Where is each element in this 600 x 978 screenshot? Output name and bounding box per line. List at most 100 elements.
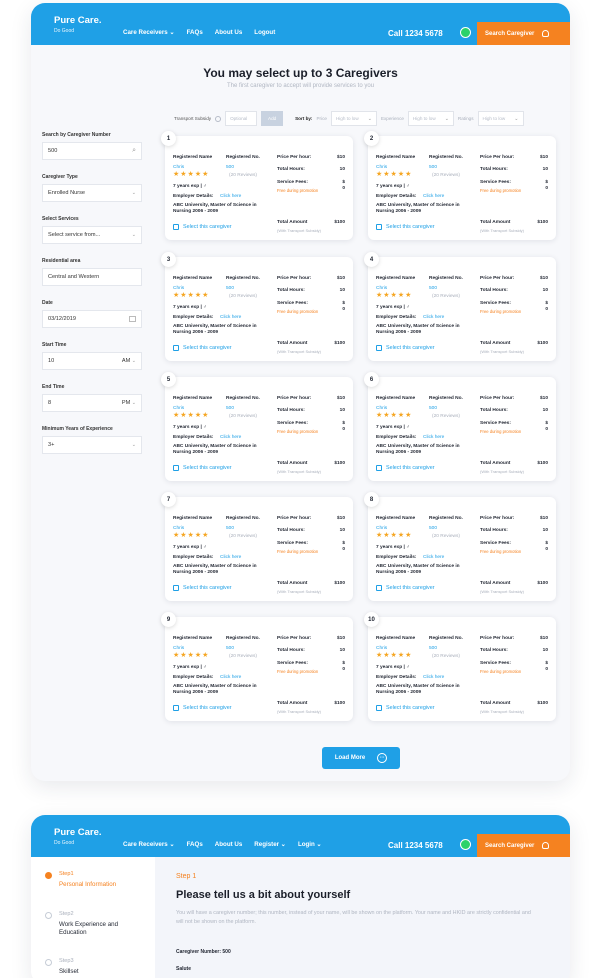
caregiver-card: 7 Registered Name Registered No. Chris 5… — [161, 492, 353, 601]
total-hours-label: Total Hours: — [277, 648, 305, 653]
select-caregiver-link[interactable]: Select this caregiver — [386, 224, 435, 230]
employer-link[interactable]: Click here — [423, 315, 444, 320]
service-fees-label: Service Fees: — [277, 301, 308, 306]
review-count: (20 Reviews) — [432, 173, 460, 178]
rating-stars-icon: ★★★★★ — [173, 532, 210, 539]
caregiver-number-field[interactable]: 500 ⌕ — [42, 142, 142, 160]
total-amount-label: Total Amount — [480, 581, 511, 586]
call-number[interactable]: Call 1234 5678 — [388, 841, 443, 850]
service-fees-label: Service Fees: — [277, 180, 308, 185]
select-caregiver-link[interactable]: Select this caregiver — [183, 345, 232, 351]
total-hours-value: 10 — [542, 408, 548, 413]
employer-link[interactable]: Click here — [220, 315, 241, 320]
nav-care-receivers[interactable]: Care Receivers ⌄ — [123, 841, 175, 848]
search-caregiver-button[interactable]: Search Caregiver — [477, 22, 570, 45]
experience-select[interactable]: 3+ ⌄ — [42, 436, 142, 454]
select-caregiver-link[interactable]: Select this caregiver — [386, 465, 435, 471]
start-time-select[interactable]: 10 AM ⌄ — [42, 352, 142, 370]
nav-care-receivers[interactable]: Care Receivers ⌄ — [123, 29, 175, 36]
registered-name-label: Registered Name — [173, 516, 213, 521]
review-count: (20 Reviews) — [229, 294, 257, 299]
chevron-down-icon: ⌄ — [131, 358, 136, 364]
select-caregiver-link[interactable]: Select this caregiver — [386, 705, 435, 711]
total-hours-label: Total Hours: — [277, 167, 305, 172]
top-navbar: Pure Care. Do Good Care Receivers ⌄ FAQs… — [31, 3, 570, 45]
caregiver-type-select[interactable]: Enrolled Nurse ⌄ — [42, 184, 142, 202]
search-caregiver-button[interactable]: Search Caregiver — [477, 834, 570, 857]
logo-name: Pure Care. — [54, 827, 102, 838]
select-checkbox[interactable] — [376, 585, 382, 591]
form-heading: Please tell us a bit about yourself — [176, 889, 351, 901]
whatsapp-icon[interactable] — [460, 27, 471, 38]
employer-label: Employer Details: — [376, 555, 417, 560]
select-checkbox[interactable] — [173, 705, 179, 711]
nav-faqs[interactable]: FAQs — [187, 841, 203, 848]
page-title: You may select up to 3 Caregivers — [203, 66, 398, 80]
select-checkbox[interactable] — [376, 465, 382, 471]
employer-link[interactable]: Click here — [423, 555, 444, 560]
select-caregiver-link[interactable]: Select this caregiver — [386, 585, 435, 591]
total-hours-label: Total Hours: — [480, 648, 508, 653]
employer-link[interactable]: Click here — [423, 675, 444, 680]
nav-login[interactable]: Login ⌄ — [298, 841, 322, 848]
whatsapp-icon[interactable] — [460, 839, 471, 850]
add-subsidy-button[interactable]: Add — [261, 111, 284, 126]
calendar-icon[interactable] — [129, 316, 136, 322]
call-number[interactable]: Call 1234 5678 — [388, 29, 443, 38]
caregiver-card: 6 Registered Name Registered No. Chris 5… — [364, 372, 556, 481]
rating-stars-icon: ★★★★★ — [173, 171, 210, 178]
logo[interactable]: Pure Care. Do Good — [54, 828, 102, 846]
info-icon[interactable] — [215, 115, 222, 122]
caregiver-card: 5 Registered Name Registered No. Chris 5… — [161, 372, 353, 481]
nav-register[interactable]: Register ⌄ — [254, 841, 286, 848]
service-fees-label: Service Fees: — [480, 421, 511, 426]
price-per-hour-label: Price Per hour: — [277, 396, 312, 401]
employer-link[interactable]: Click here — [220, 675, 241, 680]
ratings-sort-select[interactable]: High to low ⌄ — [477, 111, 524, 126]
price-sort-select[interactable]: High to low ⌄ — [330, 111, 377, 126]
select-checkbox[interactable] — [173, 465, 179, 471]
step-title: Step1 — [59, 871, 74, 877]
load-more-button[interactable]: Load More ··· — [322, 747, 400, 769]
end-time-select[interactable]: 8 PM ⌄ — [42, 394, 142, 412]
employer-link[interactable]: Click here — [220, 194, 241, 199]
area-field[interactable]: Central and Western — [42, 268, 142, 286]
total-hours-value: 10 — [339, 528, 345, 533]
review-count: (20 Reviews) — [229, 173, 257, 178]
total-hours-value: 10 — [542, 167, 548, 172]
date-field[interactable]: 03/12/2019 — [42, 310, 142, 328]
employer-link[interactable]: Click here — [220, 435, 241, 440]
transport-subsidy-input[interactable]: Optional — [225, 111, 258, 126]
nav-about-us[interactable]: About Us — [215, 29, 243, 36]
nav-faqs[interactable]: FAQs — [187, 29, 203, 36]
education-text: ABC University, Master of Science in Nur… — [173, 203, 257, 215]
nav-logout[interactable]: Logout — [254, 29, 275, 36]
search-icon[interactable]: ⌕ — [132, 147, 136, 155]
employer-link[interactable]: Click here — [423, 194, 444, 199]
logo-name: Pure Care. — [54, 15, 102, 26]
select-checkbox[interactable] — [376, 705, 382, 711]
total-hours-value: 10 — [339, 288, 345, 293]
caregiver-number: 500 — [429, 406, 438, 411]
logo[interactable]: Pure Care. Do Good — [54, 16, 102, 34]
select-caregiver-link[interactable]: Select this caregiver — [183, 465, 232, 471]
select-checkbox[interactable] — [173, 224, 179, 230]
nav-about-us[interactable]: About Us — [215, 841, 243, 848]
employer-link[interactable]: Click here — [220, 555, 241, 560]
total-hours-value: 10 — [542, 528, 548, 533]
employer-link[interactable]: Click here — [423, 435, 444, 440]
price-per-hour-label: Price Per hour: — [480, 516, 515, 521]
select-checkbox[interactable] — [376, 224, 382, 230]
select-checkbox[interactable] — [376, 345, 382, 351]
date-value: 03/12/2019 — [48, 316, 76, 322]
chevron-down-icon: ⌄ — [131, 400, 136, 406]
select-caregiver-link[interactable]: Select this caregiver — [183, 705, 232, 711]
price-value: $10 — [539, 636, 548, 641]
experience-sort-select[interactable]: High to low ⌄ — [407, 111, 454, 126]
services-select[interactable]: Select service from... ⌄ — [42, 226, 142, 244]
select-caregiver-link[interactable]: Select this caregiver — [386, 345, 435, 351]
select-caregiver-link[interactable]: Select this caregiver — [183, 585, 232, 591]
select-checkbox[interactable] — [173, 585, 179, 591]
select-caregiver-link[interactable]: Select this caregiver — [183, 224, 232, 230]
select-checkbox[interactable] — [173, 345, 179, 351]
